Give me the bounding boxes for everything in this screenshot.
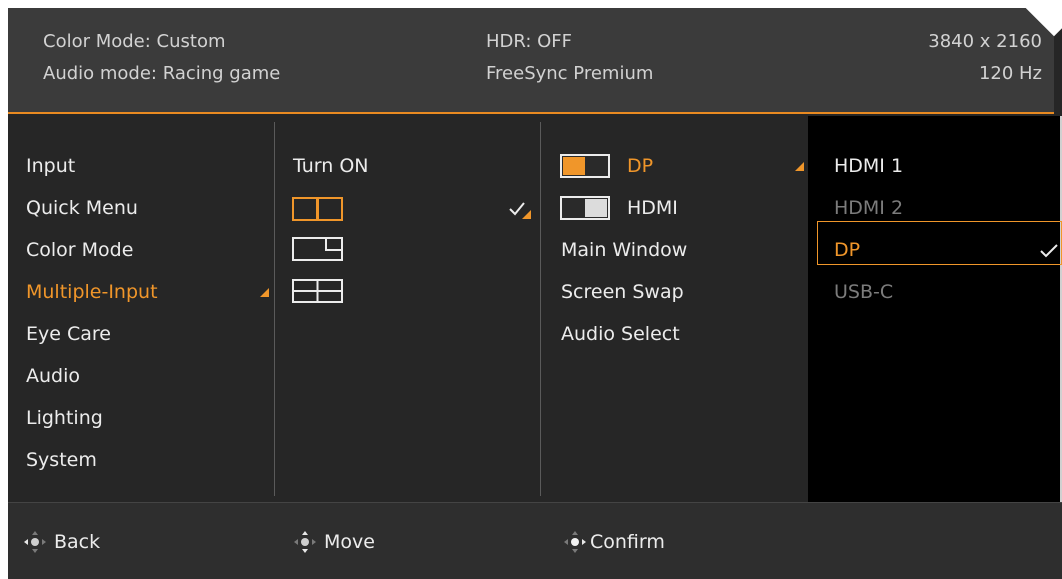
menu-item-color-mode[interactable]: Color Mode [26, 239, 133, 261]
quad-split-icon[interactable] [292, 279, 344, 303]
checkmark-icon [1040, 243, 1058, 259]
status-header: Color Mode: Custom Audio mode: Racing ga… [8, 8, 1062, 114]
turn-on-option[interactable]: Turn ON [293, 155, 369, 177]
color-mode-status: Color Mode: Custom [43, 31, 226, 52]
confirm-label: Confirm [590, 531, 665, 553]
joystick-updown-icon [294, 531, 316, 553]
source-list: HDMI 1 HDMI 2 DP USB-C [808, 116, 1062, 502]
menu-item-lighting[interactable]: Lighting [26, 407, 103, 429]
window-item-screen-swap[interactable]: Screen Swap [561, 281, 684, 303]
menu-item-multiple-input[interactable]: Multiple-Input [26, 281, 158, 303]
confirm-hint[interactable]: Confirm [564, 531, 665, 553]
back-label: Back [54, 531, 101, 553]
menu-item-system[interactable]: System [26, 449, 97, 471]
selected-arrow-icon [795, 162, 804, 171]
source-item-hdmi1[interactable]: HDMI 1 [834, 155, 903, 177]
window-item-hdmi[interactable]: HDMI [627, 197, 678, 219]
move-hint[interactable]: Move [294, 531, 375, 553]
window-left-active-icon[interactable] [560, 154, 610, 178]
window-item-audio-select[interactable]: Audio Select [561, 323, 680, 345]
main-menu: Input Quick Menu Color Mode Multiple-Inp… [8, 116, 274, 502]
hdr-status: HDR: OFF [486, 31, 573, 52]
osd-window: Color Mode: Custom Audio mode: Racing ga… [8, 8, 1062, 579]
multi-input-options: Turn ON [275, 116, 540, 502]
selected-arrow-icon [260, 288, 269, 297]
back-hint[interactable]: Back [24, 531, 100, 553]
window-item-dp[interactable]: DP [627, 155, 653, 177]
audio-mode-status: Audio mode: Racing game [43, 63, 281, 84]
window-item-main-window[interactable]: Main Window [561, 239, 687, 261]
joystick-press-icon [564, 531, 586, 553]
source-item-dp[interactable]: DP [834, 239, 860, 261]
refresh-rate-status: 120 Hz [978, 63, 1042, 84]
source-item-usbc[interactable]: USB-C [834, 281, 893, 303]
window-settings: DP HDMI Main Window Screen Swap Audio Se… [541, 116, 808, 502]
window-right-active-icon[interactable] [560, 196, 610, 220]
resolution-status: 3840 x 2160 [928, 31, 1042, 52]
checkmark-icon [509, 201, 531, 219]
menu-item-audio[interactable]: Audio [26, 365, 80, 387]
menu-item-quick-menu[interactable]: Quick Menu [26, 197, 138, 219]
menu-item-eye-care[interactable]: Eye Care [26, 323, 111, 345]
pbp-side-by-side-icon[interactable] [292, 197, 344, 221]
joystick-left-icon [24, 531, 46, 553]
control-hints: Back Move Confirm [8, 502, 1062, 579]
source-item-hdmi2[interactable]: HDMI 2 [834, 197, 903, 219]
menu-item-input[interactable]: Input [26, 155, 75, 177]
pip-corner-icon[interactable] [292, 237, 344, 261]
freesync-status: FreeSync Premium [486, 63, 654, 84]
move-label: Move [324, 531, 375, 553]
